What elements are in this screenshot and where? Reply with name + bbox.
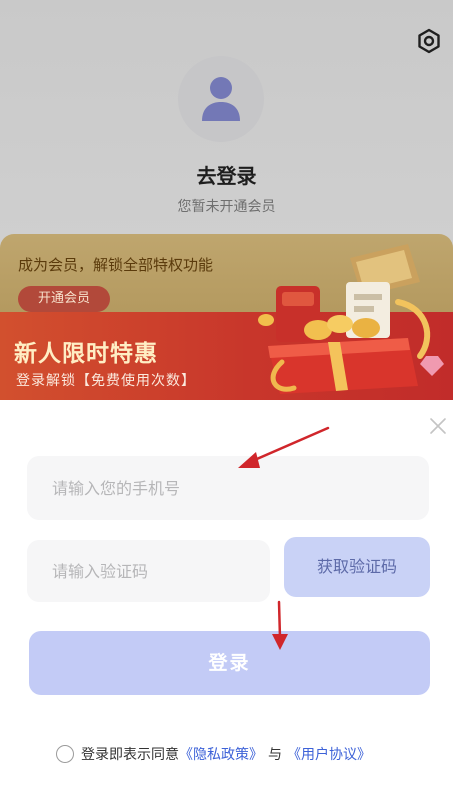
agreement-row: 登录即表示同意 《隐私政策》 与 《用户协议》 [56, 743, 371, 765]
membership-status: 您暂未开通会员 [177, 199, 276, 215]
gear-icon[interactable] [416, 28, 442, 54]
verification-code-input[interactable] [27, 540, 270, 602]
login-link-title[interactable]: 去登录 [0, 160, 453, 189]
agreement-conjunction: 与 [268, 747, 282, 763]
login-button[interactable]: 登录 [29, 631, 430, 695]
user-agreement-link[interactable]: 《用户协议》 [287, 744, 371, 764]
user-avatar-icon [202, 77, 240, 121]
gift-box-illustration [258, 238, 448, 400]
agreement-text: 登录即表示同意 [81, 747, 179, 763]
privacy-policy-link[interactable]: 《隐私政策》 [179, 744, 263, 764]
avatar[interactable] [178, 56, 264, 142]
promo-title: 新人限时特惠 [14, 341, 158, 367]
phone-input[interactable] [27, 456, 429, 520]
close-icon[interactable] [428, 416, 448, 436]
agreement-checkbox[interactable] [56, 745, 74, 763]
promo-subtitle: 登录解锁【免费使用次数】 [16, 373, 196, 389]
open-membership-button[interactable]: 开通会员 [18, 286, 110, 312]
vip-card-text: 成为会员，解锁全部特权功能 [18, 256, 214, 274]
get-code-button[interactable]: 获取验证码 [284, 537, 430, 597]
